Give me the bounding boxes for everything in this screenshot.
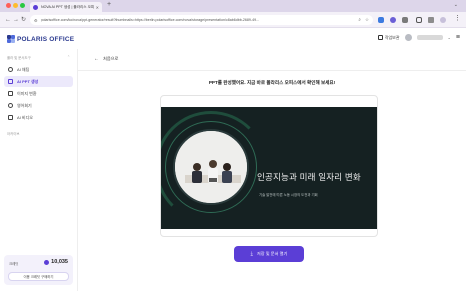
window-close-button[interactable] bbox=[6, 3, 11, 8]
credit-label: 크레딧 bbox=[9, 262, 19, 266]
user-name-redacted[interactable] bbox=[416, 35, 443, 40]
back-to-start-link[interactable]: ← 처음으로 bbox=[94, 56, 118, 62]
document-icon bbox=[377, 35, 383, 40]
coin-icon bbox=[44, 259, 50, 265]
slide-photo bbox=[173, 129, 249, 205]
section-label: 아카이브 bbox=[7, 132, 20, 136]
my-docs-button[interactable]: 작업보관 bbox=[377, 34, 400, 41]
tab-list-chevron-icon[interactable]: ⌄ bbox=[454, 2, 458, 8]
zoom-icon[interactable]: ⌕ bbox=[358, 17, 361, 23]
sidebar-item-image-convert[interactable]: 이미지 변환 bbox=[4, 88, 73, 99]
save-and-open-label: 저장 및 문서 열기 bbox=[256, 251, 288, 256]
back-label: 처음으로 bbox=[103, 56, 119, 61]
translate-icon bbox=[8, 103, 13, 108]
sidebar-item-label: AI 채팅 bbox=[17, 66, 30, 72]
chat-icon bbox=[8, 67, 13, 72]
hamburger-menu-icon[interactable]: ≡ bbox=[456, 34, 460, 41]
save-and-open-button[interactable]: ⤓ 저장 및 문서 열기 bbox=[234, 246, 304, 262]
video-icon bbox=[8, 115, 13, 120]
forward-arrow-icon[interactable]: → bbox=[13, 16, 19, 24]
window-maximize-button[interactable] bbox=[20, 3, 25, 8]
site-info-icon[interactable]: ⚙ bbox=[34, 18, 38, 23]
favicon-icon bbox=[33, 4, 38, 10]
download-icon: ⤓ bbox=[250, 251, 253, 257]
download-icon[interactable] bbox=[416, 17, 422, 23]
sidebar-section-tools[interactable]: 폴라 및 문서도구 ⌃ bbox=[0, 55, 77, 60]
extension-icon[interactable] bbox=[390, 17, 396, 23]
bookmark-star-icon[interactable]: ☆ bbox=[365, 17, 369, 23]
slide-preview[interactable]: 인공지능과 미래 일자리 변화 기술 발전에 따른 노동 시장의 도전과 기회 bbox=[161, 107, 377, 229]
sidebar-toggle-icon[interactable] bbox=[428, 17, 434, 23]
extension-icon[interactable] bbox=[378, 17, 384, 23]
tab-title: NOVA AI PPT 생성 | 폴라리스 오피스 bbox=[41, 4, 94, 9]
browser-toolbar: ← → ↻ ⚙ polarisoffice.com/ko/nova/ppt-ge… bbox=[0, 12, 466, 28]
sidebar-item-label: AI PPT 생성 bbox=[17, 78, 39, 84]
credit-box: 크레딧 10,035 이용 크레딧 구매하기 bbox=[4, 255, 73, 285]
tab-close-icon[interactable]: ✕ bbox=[96, 5, 99, 10]
presentation-icon bbox=[8, 79, 13, 84]
user-avatar[interactable] bbox=[404, 34, 412, 41]
url-text: polarisoffice.com/ko/nova/ppt-generator/… bbox=[40, 18, 260, 22]
sidebar-item-label: AI 비디오 bbox=[17, 114, 33, 120]
divider bbox=[78, 70, 466, 71]
back-arrow-icon: ← bbox=[94, 56, 99, 62]
logo-text: POLARIS OFFICE bbox=[17, 35, 75, 43]
chevron-down-icon[interactable]: ⌄ bbox=[448, 35, 451, 40]
polaris-logo[interactable]: POLARIS OFFICE bbox=[7, 35, 74, 43]
browser-tab-bar: NOVA AI PPT 생성 | 폴라리스 오피스 ✕ + ⌄ bbox=[0, 0, 466, 12]
credit-value: 10,035 bbox=[44, 259, 68, 265]
new-tab-button[interactable]: + bbox=[107, 1, 111, 8]
sidebar: 폴라 및 문서도구 ⌃ AI 채팅 AI PPT 생성 이미지 변환 영어회기 … bbox=[0, 49, 78, 291]
sidebar-item-label: 이미지 변환 bbox=[17, 90, 37, 96]
polaris-logo-icon bbox=[7, 35, 15, 43]
sidebar-item-translate[interactable]: 영어회기 bbox=[4, 100, 73, 111]
sidebar-section-archive[interactable]: 아카이브 bbox=[0, 131, 77, 136]
back-arrow-icon[interactable]: ← bbox=[5, 16, 11, 24]
image-icon bbox=[8, 91, 13, 96]
section-label: 폴라 및 문서도구 bbox=[7, 56, 31, 60]
app-header: POLARIS OFFICE 작업보관 ⌄ ≡ bbox=[0, 29, 466, 49]
reload-icon[interactable]: ↻ bbox=[21, 16, 26, 24]
buy-credit-button[interactable]: 이용 크레딧 구매하기 bbox=[8, 272, 69, 281]
address-bar[interactable]: ⚙ polarisoffice.com/ko/nova/ppt-generato… bbox=[30, 15, 373, 25]
completion-notice: PPT를 완성했어요. 지금 바로 폴라리스 오피스에서 확인해 보세요! bbox=[208, 80, 336, 85]
browser-tab[interactable]: NOVA AI PPT 생성 | 폴라리스 오피스 ✕ bbox=[30, 2, 102, 12]
sidebar-item-ai-ppt[interactable]: AI PPT 생성 bbox=[4, 76, 73, 87]
browser-menu-icon[interactable]: ⋮ bbox=[454, 15, 461, 23]
my-docs-label: 작업보관 bbox=[384, 34, 400, 40]
sidebar-item-ai-video[interactable]: AI 비디오 bbox=[4, 112, 73, 123]
credit-amount: 10,035 bbox=[51, 259, 68, 265]
chevron-up-icon[interactable]: ⌃ bbox=[67, 55, 70, 60]
main-content: ← 처음으로 PPT를 완성했어요. 지금 바로 폴라리스 오피스에서 확인해 … bbox=[78, 49, 466, 291]
slide-title: 인공지능과 미래 일자리 변화 bbox=[257, 172, 361, 182]
extensions-puzzle-icon[interactable] bbox=[402, 17, 408, 23]
slide-subtitle: 기술 발전에 따른 노동 시장의 도전과 기회 bbox=[259, 193, 318, 197]
sidebar-item-label: 영어회기 bbox=[17, 102, 32, 108]
profile-avatar-icon[interactable] bbox=[440, 17, 446, 23]
window-minimize-button[interactable] bbox=[13, 3, 18, 8]
ppt-preview-frame: 인공지능과 미래 일자리 변화 기술 발전에 따른 노동 시장의 도전과 기회 bbox=[160, 95, 378, 237]
sidebar-item-ai-chat[interactable]: AI 채팅 bbox=[4, 64, 73, 75]
